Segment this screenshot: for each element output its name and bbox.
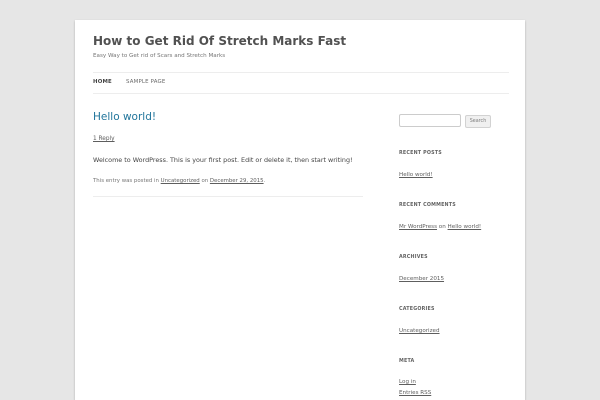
comment-post-link[interactable]: Hello world! xyxy=(448,224,482,230)
login-link[interactable]: Log in xyxy=(399,379,416,385)
entry-meta-prefix: This entry was posted in xyxy=(93,178,159,184)
post-title[interactable]: Hello world! xyxy=(93,111,156,123)
post-content: Welcome to WordPress. This is your first… xyxy=(93,156,353,164)
widget-title-recent-posts: RECENT POSTS xyxy=(399,151,442,156)
entry-meta-end: . xyxy=(263,178,266,184)
archive-link[interactable]: December 2015 xyxy=(399,276,444,282)
site-description: Easy Way to Get rid of Scars and Stretch… xyxy=(93,53,226,59)
entry-meta-on: on xyxy=(201,178,209,184)
category-link[interactable]: Uncategorized xyxy=(161,178,200,184)
reply-link[interactable]: 1 Reply xyxy=(93,136,115,142)
widget-title-categories: CATEGORIES xyxy=(399,307,435,312)
site-title[interactable]: How to Get Rid Of Stretch Marks Fast xyxy=(93,34,346,48)
widget-title-recent-comments: RECENT COMMENTS xyxy=(399,203,456,208)
nav-item-sample-page[interactable]: SAMPLE PAGE xyxy=(126,79,166,85)
search-input[interactable] xyxy=(399,114,461,127)
entries-rss-link[interactable]: Entries RSS xyxy=(399,390,431,396)
comment-on-text: on xyxy=(438,224,446,230)
entry-meta: This entry was posted in Uncategorized o… xyxy=(93,178,265,184)
recent-post-link[interactable]: Hello world! xyxy=(399,172,433,178)
search-button[interactable]: Search xyxy=(465,115,491,128)
comment-author-link[interactable]: Mr WordPress xyxy=(399,224,437,230)
recent-comment: Mr WordPress on Hello world! xyxy=(399,224,481,230)
main-navigation: HOME SAMPLE PAGE xyxy=(93,72,509,94)
widget-title-meta: META xyxy=(399,359,415,364)
nav-item-home[interactable]: HOME xyxy=(93,79,112,85)
page-container: How to Get Rid Of Stretch Marks Fast Eas… xyxy=(75,20,525,400)
date-link[interactable]: December 29, 2015 xyxy=(210,178,264,184)
category-widget-link[interactable]: Uncategorized xyxy=(399,328,440,334)
widget-title-archives: ARCHIVES xyxy=(399,255,428,260)
post-divider xyxy=(93,196,363,197)
